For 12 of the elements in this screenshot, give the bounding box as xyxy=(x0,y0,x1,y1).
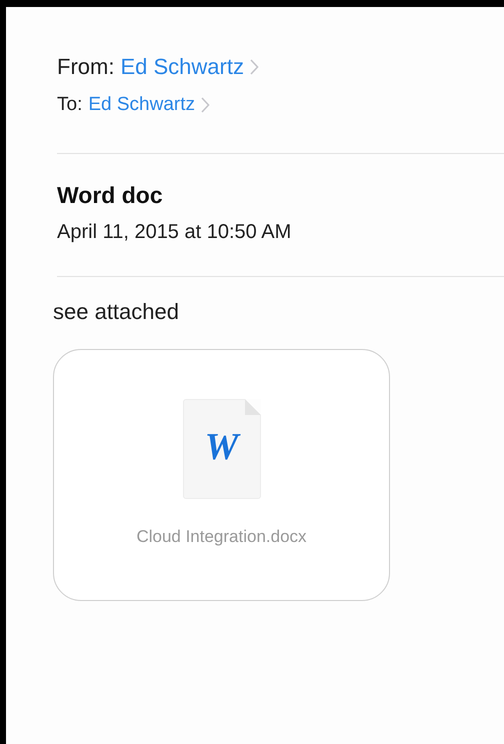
field-label: To: xyxy=(57,94,82,116)
attachment-card[interactable]: W Cloud Integration.docx xyxy=(53,349,390,601)
contact-link[interactable]: Ed Schwartz xyxy=(120,54,244,80)
chevron-icon xyxy=(201,97,210,113)
message-body: see attached xyxy=(53,299,180,325)
field-label: From: xyxy=(57,54,114,80)
date: April 11, 2015 at 10:50 AM xyxy=(57,221,292,244)
subject: Word doc xyxy=(57,182,164,209)
contact-link[interactable]: Ed Schwartz xyxy=(88,94,196,116)
chevron-icon xyxy=(250,59,259,75)
document-icon: W xyxy=(182,399,260,499)
attachment-filename: Cloud Integration.docx xyxy=(136,527,307,547)
